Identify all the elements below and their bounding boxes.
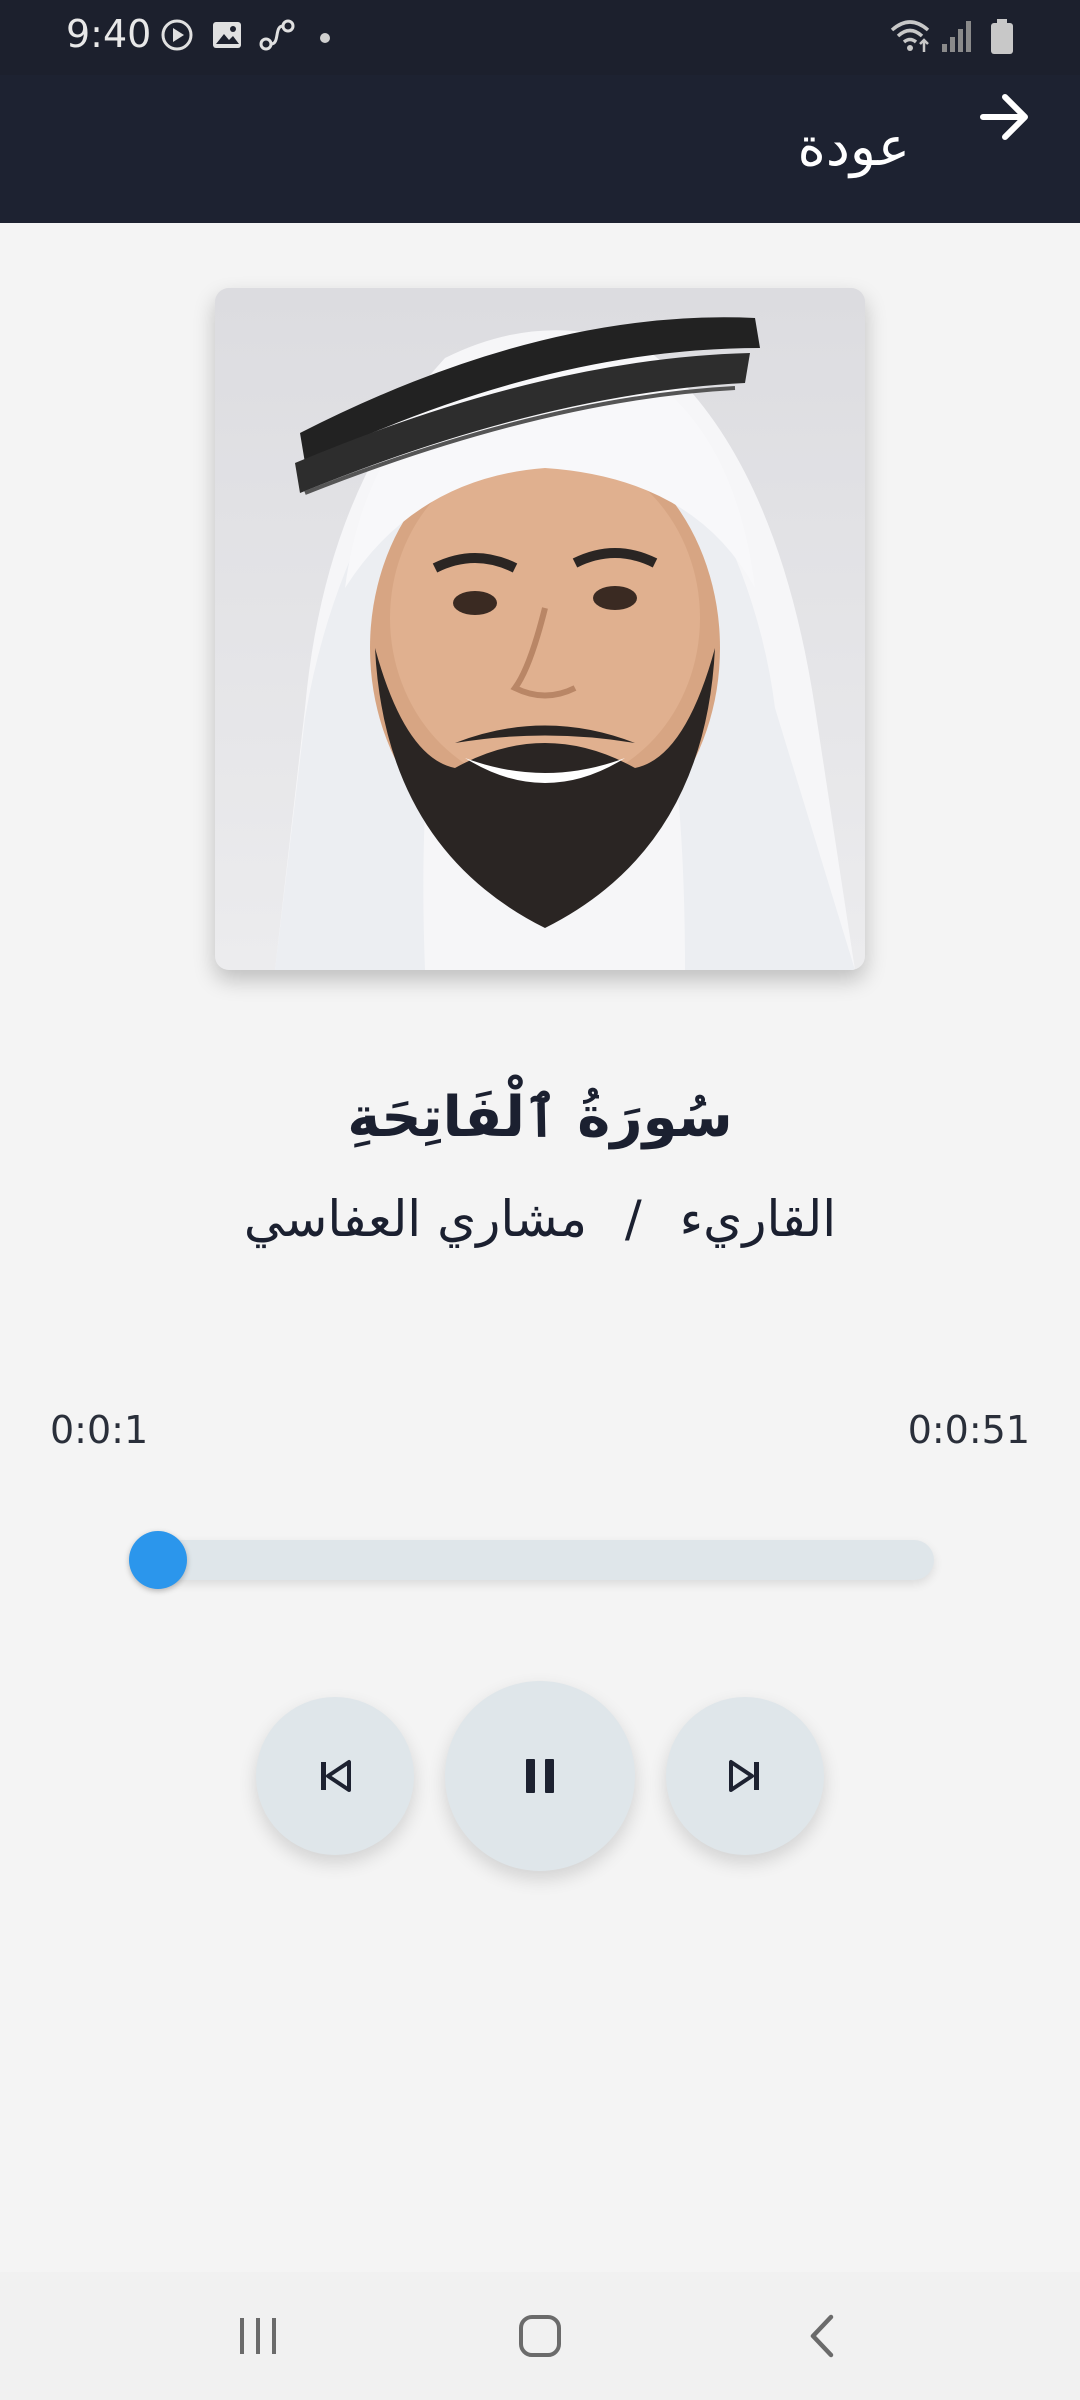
current-time: 0:0:1 xyxy=(50,1408,149,1452)
system-nav-bar xyxy=(0,2272,1080,2400)
reciter-photo xyxy=(215,288,865,970)
reciter-separator: / xyxy=(624,1190,642,1248)
progress-slider-thumb[interactable] xyxy=(129,1531,187,1589)
screen: 9:40 عودة سُورَةُ ٱلْفَاتِحَةِ القاريء /… xyxy=(0,0,1080,2400)
wifi-icon xyxy=(890,20,930,52)
reciter-line: القاريء / مشاري العفاسي xyxy=(0,1190,1080,1248)
previous-button[interactable] xyxy=(256,1697,414,1855)
recent-apps-icon[interactable] xyxy=(236,2316,280,2356)
back-label[interactable]: عودة xyxy=(760,115,910,178)
back-nav-icon[interactable] xyxy=(805,2313,839,2359)
signal-icon xyxy=(942,21,971,52)
media-play-notification-icon xyxy=(161,19,193,51)
total-time: 0:0:51 xyxy=(907,1408,1030,1452)
reciter-label: القاريء xyxy=(679,1190,837,1248)
progress-slider-track[interactable] xyxy=(138,1540,934,1580)
next-button[interactable] xyxy=(666,1697,824,1855)
more-notifications-dot xyxy=(320,33,330,43)
route-notification-icon xyxy=(259,19,295,51)
app-bar: عودة xyxy=(0,75,1080,223)
battery-icon xyxy=(991,19,1013,54)
surah-title: سُورَةُ ٱلْفَاتِحَةِ xyxy=(347,1085,733,1150)
pause-icon xyxy=(526,1759,554,1793)
status-time: 9:40 xyxy=(66,12,152,56)
skip-next-icon xyxy=(729,1760,759,1792)
reciter-name: مشاري العفاسي xyxy=(243,1190,587,1248)
home-icon[interactable] xyxy=(517,2313,563,2359)
arrow-right-icon[interactable] xyxy=(975,87,1035,147)
skip-previous-icon xyxy=(321,1760,351,1792)
pause-button[interactable] xyxy=(445,1681,635,1871)
status-bar: 9:40 xyxy=(0,0,1080,75)
gallery-notification-icon xyxy=(213,22,241,48)
